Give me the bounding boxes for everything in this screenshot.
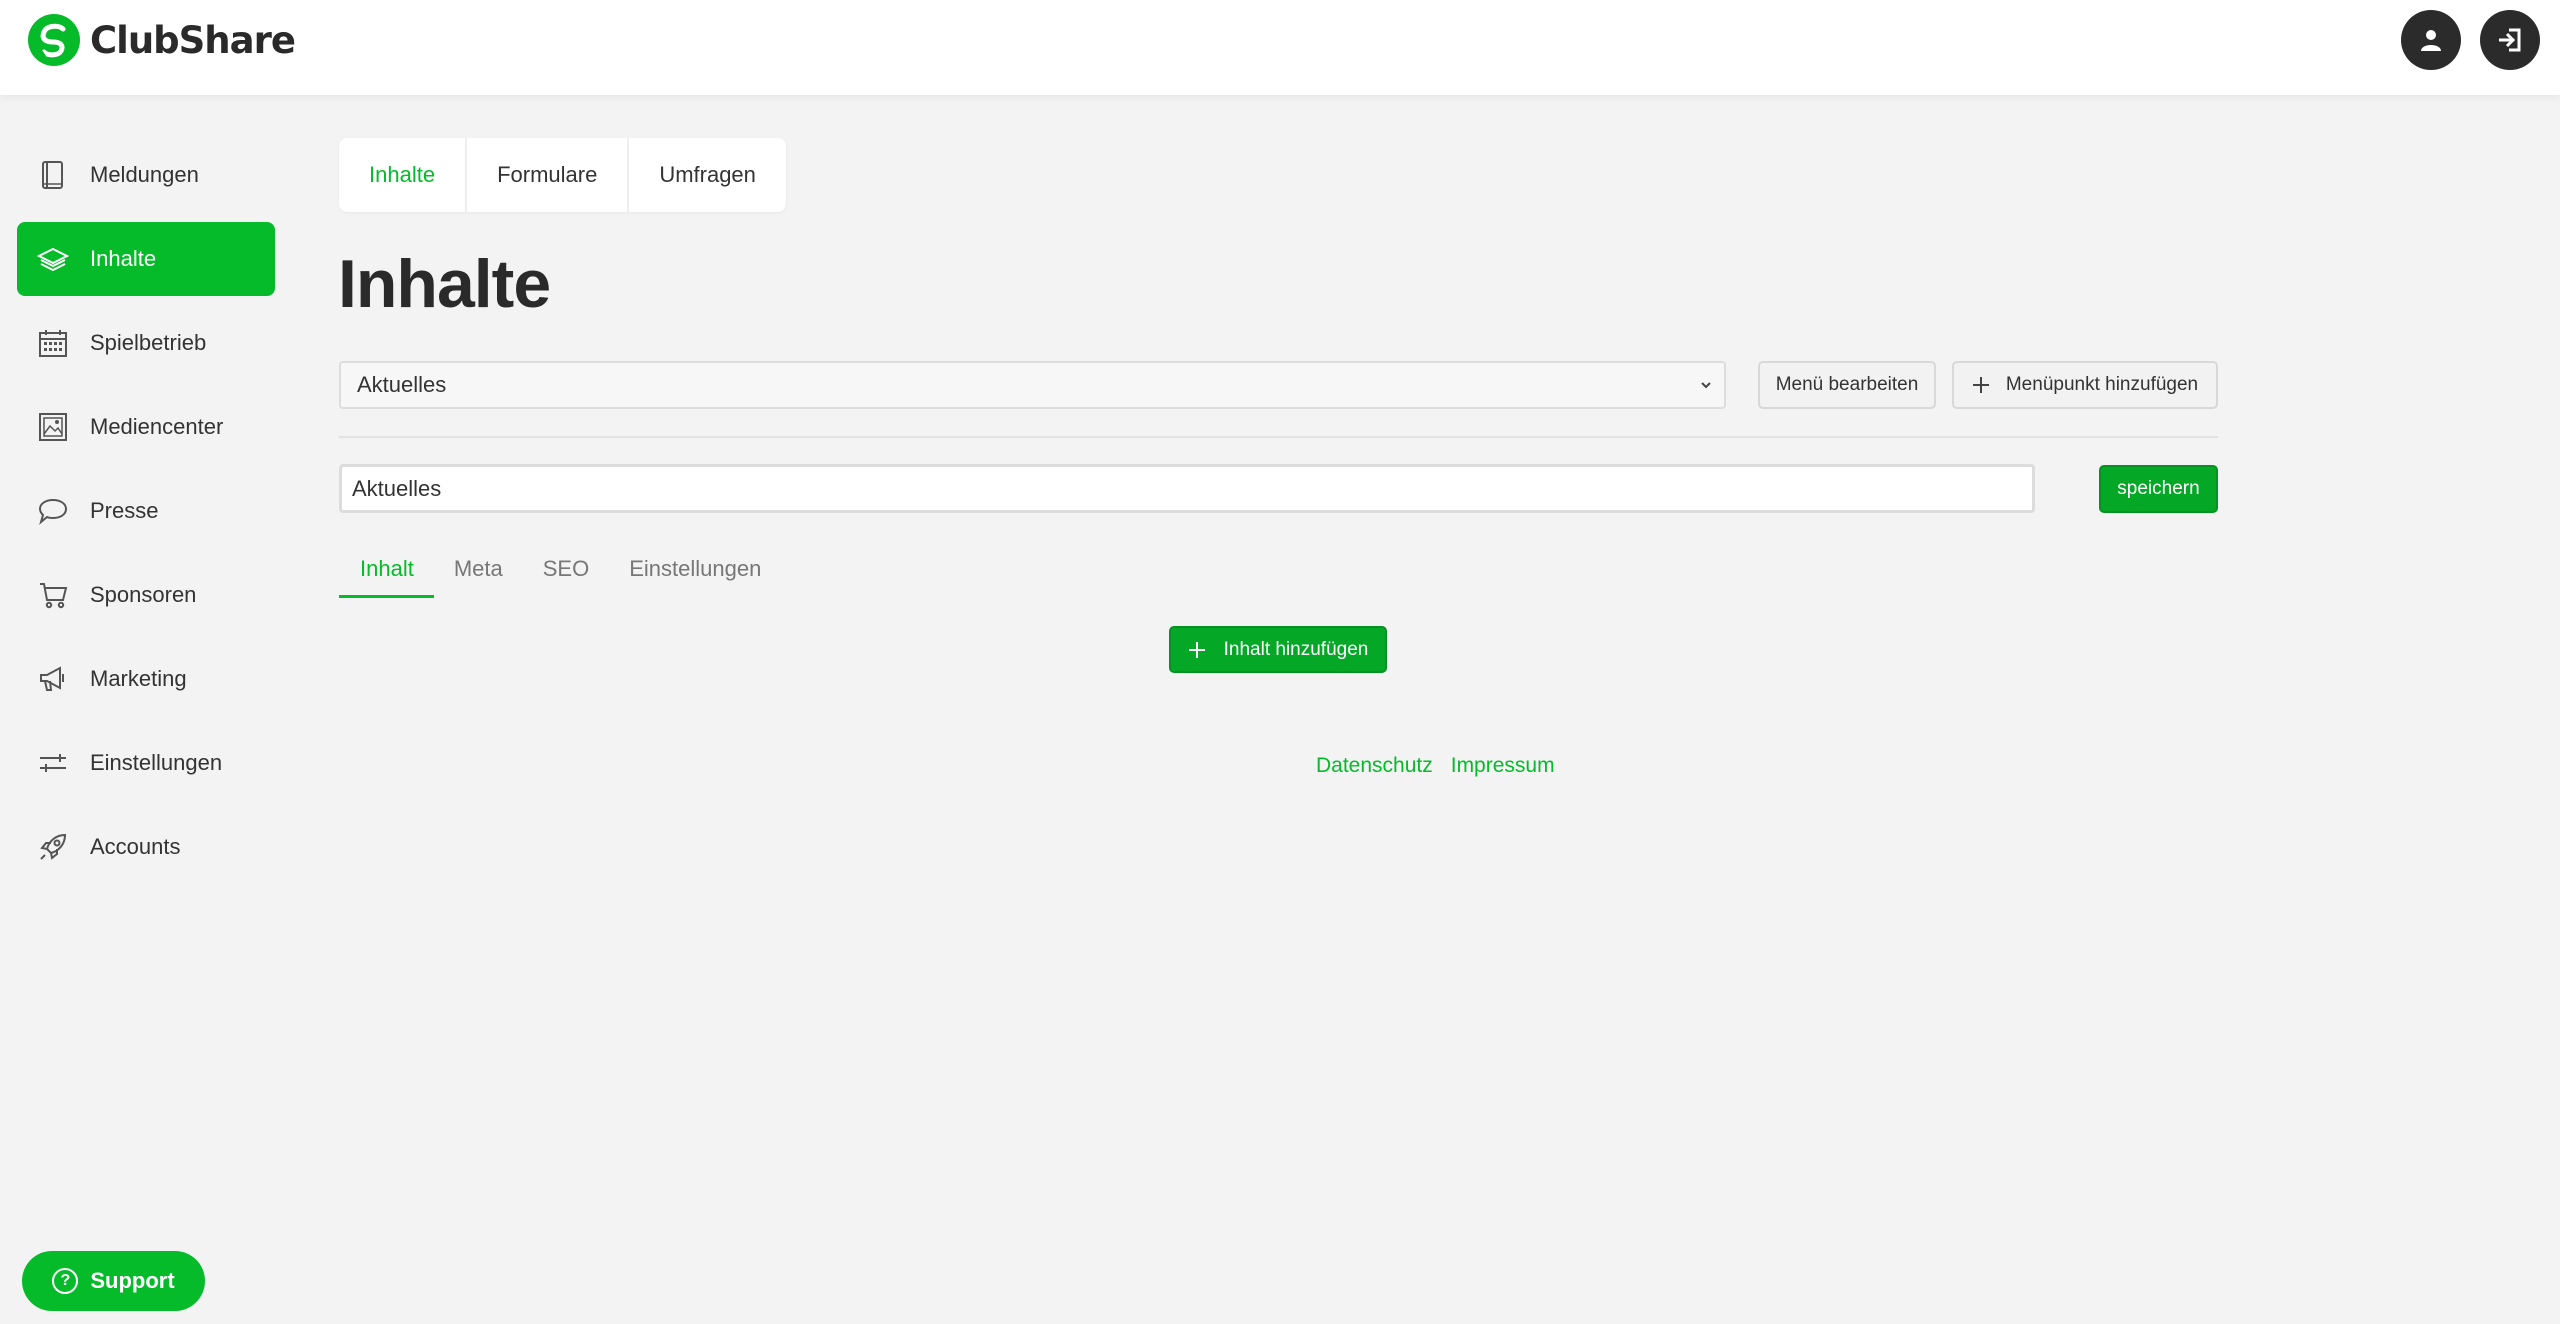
sidebar-item-label: Einstellungen xyxy=(90,750,223,775)
save-button[interactable]: speichern xyxy=(2099,465,2218,513)
cart-icon xyxy=(37,579,69,611)
sidebar-item-mediencenter[interactable]: Mediencenter xyxy=(17,390,275,464)
save-label: speichern xyxy=(2117,478,2200,499)
sidebar-item-label: Sponsoren xyxy=(90,582,197,607)
logout-button[interactable] xyxy=(2480,10,2540,70)
menu-edit-label: Menü bearbeiten xyxy=(1775,374,1919,395)
megaphone-icon xyxy=(37,663,69,695)
sidebar-item-sponsoren[interactable]: Sponsoren xyxy=(17,558,275,632)
sidebar-item-label: Mediencenter xyxy=(90,414,224,439)
editor-tabs: Inhalt Meta SEO Einstellungen xyxy=(339,546,781,598)
logo[interactable]: ClubShare xyxy=(26,12,296,68)
tab-meta[interactable]: Meta xyxy=(434,546,523,598)
plus-icon xyxy=(1972,376,1990,394)
rocket-icon xyxy=(37,831,69,863)
tab-formulare[interactable]: Formulare xyxy=(467,138,630,212)
sidebar-item-label: Spielbetrieb xyxy=(90,330,207,355)
menu-edit-button[interactable]: Menü bearbeiten xyxy=(1758,361,1936,409)
add-menu-item-button[interactable]: Menüpunkt hinzufügen xyxy=(1952,361,2218,409)
sidebar-item-label: Accounts xyxy=(90,834,181,859)
support-button[interactable]: ? Support xyxy=(22,1251,205,1311)
sidebar-item-label: Inhalte xyxy=(90,246,157,271)
sidebar: Meldungen Inhalte Spielbetrieb Mediencen… xyxy=(17,138,275,894)
add-content-label: Inhalt hinzufügen xyxy=(1223,638,1369,660)
sidebar-item-meldungen[interactable]: Meldungen xyxy=(17,138,275,212)
sidebar-item-label: Marketing xyxy=(90,666,187,691)
sidebar-item-marketing[interactable]: Marketing xyxy=(17,642,275,716)
tab-inhalt[interactable]: Inhalt xyxy=(339,546,434,598)
speech-bubble-icon xyxy=(37,495,69,527)
user-icon xyxy=(2421,30,2441,51)
sidebar-item-accounts[interactable]: Accounts xyxy=(17,810,275,884)
support-label: Support xyxy=(90,1268,175,1293)
plus-icon xyxy=(1188,641,1206,659)
chevron-down-icon xyxy=(1701,382,1711,389)
app-name: ClubShare xyxy=(90,18,296,62)
menu-select[interactable]: Aktuelles xyxy=(339,361,1726,409)
page-title: Inhalte xyxy=(338,246,551,322)
image-icon xyxy=(37,411,69,443)
menu-item-title-input[interactable]: Aktuelles xyxy=(339,464,2035,513)
divider xyxy=(339,436,2218,438)
sidebar-item-inhalte[interactable]: Inhalte xyxy=(17,222,275,296)
add-menu-item-label: Menüpunkt hinzufügen xyxy=(2005,374,2199,395)
add-content-button[interactable]: Inhalt hinzufügen xyxy=(1169,626,1387,673)
user-profile-button[interactable] xyxy=(2401,10,2461,70)
logout-icon xyxy=(2499,28,2521,52)
layers-icon xyxy=(37,243,69,275)
sidebar-item-spielbetrieb[interactable]: Spielbetrieb xyxy=(17,306,275,380)
sliders-icon xyxy=(37,747,69,779)
imprint-link[interactable]: Impressum xyxy=(1451,754,1555,778)
tab-inhalte[interactable]: Inhalte xyxy=(339,138,468,212)
menu-select-value: Aktuelles xyxy=(357,372,447,397)
menu-item-title-value: Aktuelles xyxy=(352,475,442,501)
book-icon xyxy=(37,159,69,191)
content-type-tabs: Inhalte Formulare Umfragen xyxy=(339,138,786,212)
tab-seo[interactable]: SEO xyxy=(523,546,609,598)
calendar-icon xyxy=(37,327,69,359)
sidebar-item-label: Presse xyxy=(90,498,159,523)
tab-umfragen[interactable]: Umfragen xyxy=(629,138,786,212)
sidebar-item-presse[interactable]: Presse xyxy=(17,474,275,548)
clubshare-logo-icon xyxy=(28,14,80,66)
sidebar-item-label: Meldungen xyxy=(90,162,199,187)
tab-einstellungen[interactable]: Einstellungen xyxy=(609,546,781,598)
privacy-link[interactable]: Datenschutz xyxy=(1316,754,1433,778)
footer-links: Datenschutz Impressum xyxy=(1316,754,1573,778)
top-bar: ClubShare xyxy=(0,0,2560,95)
sidebar-item-einstellungen[interactable]: Einstellungen xyxy=(17,726,275,800)
question-icon: ? xyxy=(52,1268,79,1294)
